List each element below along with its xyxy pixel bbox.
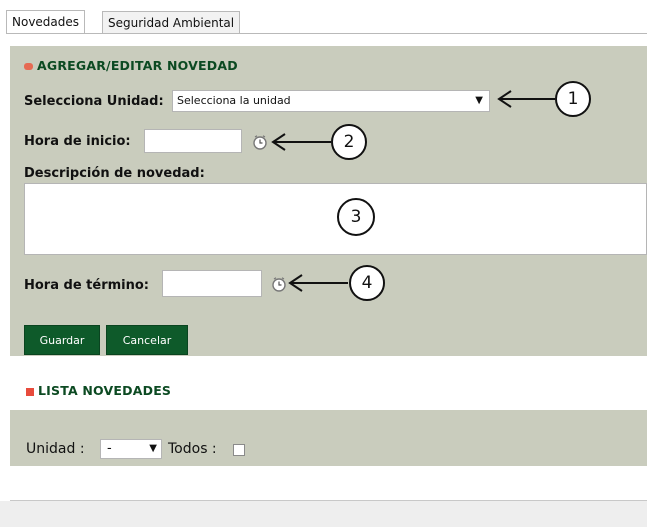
tab-divider [6, 33, 647, 34]
save-button[interactable]: Guardar [24, 325, 100, 355]
lista-heading-text: LISTA NOVEDADES [38, 383, 172, 398]
callout-3: 3 [337, 198, 375, 236]
lista-unidad-label: Unidad : [26, 441, 85, 457]
tab-bar: Novedades Seguridad Ambiental [0, 0, 647, 34]
unidad-select[interactable]: Selecciona la unidad ▼ [172, 90, 490, 112]
tab-novedades[interactable]: Novedades [6, 10, 86, 34]
bullet-icon [26, 387, 34, 396]
lista-heading: LISTA NOVEDADES [26, 383, 171, 398]
callout-2: 2 [331, 124, 367, 160]
lista-unidad-value: - [107, 441, 112, 456]
footer-band [0, 501, 647, 527]
unidad-select-value: Selecciona la unidad [177, 94, 291, 107]
descripcion-label: Descripción de novedad: [24, 166, 205, 181]
callout-1: 1 [555, 81, 591, 117]
todos-checkbox[interactable] [233, 444, 245, 456]
descripcion-textarea[interactable] [24, 183, 647, 255]
callout-4: 4 [349, 265, 385, 301]
todos-label: Todos : [168, 441, 217, 457]
lista-unidad-select[interactable]: - ▼ [100, 439, 162, 459]
form-heading-text: AGREGAR/EDITAR NOVEDAD [37, 58, 238, 73]
chevron-down-icon: ▼ [149, 443, 157, 454]
chevron-down-icon: ▼ [475, 95, 483, 106]
unidad-label: Selecciona Unidad: [24, 94, 164, 109]
hora-termino-input[interactable] [162, 270, 262, 297]
cancel-button[interactable]: Cancelar [106, 325, 188, 355]
tab-seguridad-ambiental[interactable]: Seguridad Ambiental [102, 11, 241, 33]
clock-icon[interactable] [252, 134, 268, 150]
bullet-icon [24, 63, 33, 70]
hora-inicio-input[interactable] [144, 129, 242, 153]
hora-inicio-label: Hora de inicio: [24, 134, 131, 149]
clock-icon[interactable] [271, 276, 287, 292]
hora-termino-label: Hora de término: [24, 278, 149, 293]
form-heading: AGREGAR/EDITAR NOVEDAD [24, 58, 238, 73]
